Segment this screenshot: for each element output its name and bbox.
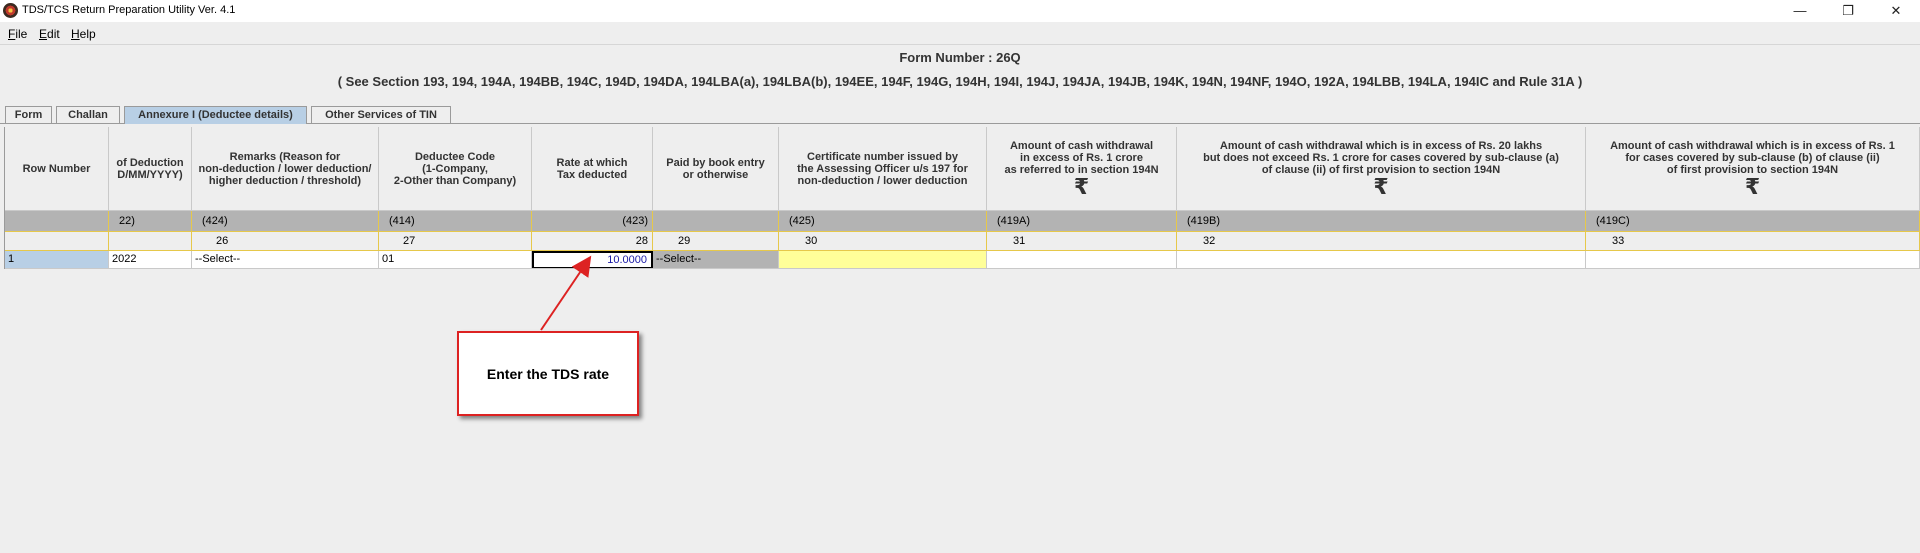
- column-header-tax-rate[interactable]: Rate at which Tax deducted: [532, 127, 653, 211]
- deductee-grid: Row Number 1 of Deduction D/MM/YYYY) 22) 2022…: [5, 127, 1920, 269]
- column-header-date-of-deduction[interactable]: of Deduction D/MM/YYYY): [109, 127, 192, 211]
- column-number-cell: 31: [987, 232, 1177, 251]
- field-code-cell: [5, 211, 109, 232]
- header-line: Tax deducted: [556, 168, 628, 181]
- row1-certificate-number-cell[interactable]: [779, 251, 987, 269]
- header-line: Amount of cash withdrawal which is in ex…: [1219, 139, 1543, 152]
- column-paid-by-book-entry: Paid by book entry or otherwise 29 --Select…: [653, 127, 779, 269]
- column-number-cell: [109, 232, 192, 251]
- menu-file[interactable]: File: [8, 27, 27, 41]
- rupee-icon: ₹: [1073, 173, 1090, 199]
- row1-cash-withdrawal-b-cell[interactable]: [1586, 251, 1920, 269]
- window-title: TDS/TCS Return Preparation Utility Ver. …: [22, 4, 236, 16]
- field-code-cell: (425): [779, 211, 987, 232]
- column-tax-rate: Rate at which Tax deducted (423) 28 10.0000: [532, 127, 653, 269]
- rupee-icon: ₹: [1373, 173, 1389, 199]
- column-header-deductee-code[interactable]: Deductee Code (1-Company, 2-Other than Com…: [379, 127, 532, 211]
- column-number-cell: 32: [1177, 232, 1586, 251]
- header-line: Amount of cash withdrawal: [1009, 139, 1153, 152]
- row1-row-number-cell: 1: [5, 251, 109, 269]
- row1-cash-withdrawal-1cr-cell[interactable]: [987, 251, 1177, 269]
- tab-challan[interactable]: Challan: [56, 106, 120, 123]
- column-number-cell: 30: [779, 232, 987, 251]
- sections-subtitle: ( See Section 193, 194, 194A, 194BB, 194…: [337, 74, 1583, 89]
- column-header-remarks[interactable]: Remarks (Reason for non-deduction / lower…: [192, 127, 379, 211]
- row1-cash-withdrawal-20l-a-cell[interactable]: [1177, 251, 1586, 269]
- header-line: Remarks (Reason for: [229, 150, 341, 163]
- rupee-icon: ₹: [1744, 173, 1761, 199]
- header-line: (1-Company,: [422, 162, 488, 175]
- maximize-button[interactable]: ❐: [1828, 0, 1868, 22]
- column-number-cell: 27: [379, 232, 532, 251]
- header-line: but does not exceed Rs. 1 crore for case…: [1203, 151, 1559, 164]
- column-cash-withdrawal-b: Amount of cash withdrawal which is in ex…: [1586, 127, 1920, 269]
- header-line: Certificate number issued by: [807, 150, 958, 163]
- row1-deductee-code-cell[interactable]: 01: [379, 251, 532, 269]
- header-line: non-deduction / lower deduction: [797, 174, 968, 187]
- close-button[interactable]: ✕: [1876, 0, 1916, 22]
- column-number-cell: [5, 232, 109, 251]
- column-row-number: Row Number 1: [5, 127, 109, 269]
- header-line: in excess of Rs. 1 crore: [1020, 151, 1143, 164]
- header-line: higher deduction / threshold): [208, 174, 362, 187]
- header-line: Amount of cash withdrawal which is in ex…: [1610, 139, 1895, 152]
- minimize-button[interactable]: —: [1780, 0, 1820, 22]
- row1-paid-by-book-entry-cell[interactable]: --Select--: [653, 251, 779, 269]
- header-line: 2-Other than Company): [393, 174, 517, 187]
- column-number-cell: 26: [192, 232, 379, 251]
- menu-bar: File Edit Help: [0, 22, 1920, 45]
- column-header-cash-withdrawal-20l-a[interactable]: Amount of cash withdrawal which is in ex…: [1177, 127, 1586, 211]
- title-bar: TDS/TCS Return Preparation Utility Ver. …: [0, 0, 1920, 22]
- header-line: Deductee Code: [414, 150, 496, 163]
- column-header-certificate-number[interactable]: Certificate number issued by the Assessin…: [779, 127, 987, 211]
- column-header-cash-withdrawal-1cr[interactable]: Amount of cash withdrawal in excess of Rs…: [987, 127, 1177, 211]
- column-header-row-number[interactable]: Row Number: [5, 127, 109, 211]
- field-code-cell: (419C): [1586, 211, 1920, 232]
- field-code-cell: (419A): [987, 211, 1177, 232]
- menu-edit[interactable]: Edit: [39, 27, 60, 41]
- header-line: Paid by book entry: [666, 156, 765, 169]
- header-line: Row Number: [22, 162, 91, 175]
- row1-date-of-deduction-cell[interactable]: 2022: [109, 251, 192, 269]
- column-date-of-deduction: of Deduction D/MM/YYYY) 22) 2022: [109, 127, 192, 269]
- header-line: of Deduction: [116, 156, 184, 169]
- callout-box: Enter the TDS rate: [457, 331, 639, 416]
- field-code-cell: (423): [532, 211, 653, 232]
- column-number-cell: 33: [1586, 232, 1920, 251]
- column-number-cell: 28: [532, 232, 653, 251]
- column-header-paid-by-book-entry[interactable]: Paid by book entry or otherwise: [653, 127, 779, 211]
- header-line: Rate at which: [556, 156, 628, 169]
- header-line: non-deduction / lower deduction/: [198, 162, 372, 175]
- menu-help[interactable]: Help: [71, 27, 96, 41]
- header-line: D/MM/YYYY): [117, 168, 183, 181]
- column-header-cash-withdrawal-b[interactable]: Amount of cash withdrawal which is in ex…: [1586, 127, 1920, 211]
- tab-other-services-of-tin[interactable]: Other Services of TIN: [311, 106, 451, 123]
- column-remarks: Remarks (Reason for non-deduction / lower…: [192, 127, 379, 269]
- grid-bottom-border: [5, 268, 1920, 269]
- header-line: for cases covered by sub-clause (b) of c…: [1625, 151, 1880, 164]
- column-certificate-number: Certificate number issued by the Assessin…: [779, 127, 987, 269]
- row1-tax-rate-cell[interactable]: 10.0000: [532, 251, 653, 269]
- column-deductee-code: Deductee Code (1-Company, 2-Other than Com…: [379, 127, 532, 269]
- field-code-cell: (419B): [1177, 211, 1586, 232]
- tab-annexure-deductee-details[interactable]: Annexure I (Deductee details): [124, 106, 307, 124]
- callout-text: Enter the TDS rate: [486, 365, 610, 382]
- tab-form[interactable]: Form: [5, 106, 52, 123]
- app-logo-icon: [3, 3, 18, 18]
- column-number-cell: 29: [653, 232, 779, 251]
- form-number-title: Form Number : 26Q: [899, 50, 1021, 65]
- field-code-cell: [653, 211, 779, 232]
- row1-remarks-cell[interactable]: --Select--: [192, 251, 379, 269]
- column-cash-withdrawal-20l-a: Amount of cash withdrawal which is in ex…: [1177, 127, 1586, 269]
- field-code-cell: (424): [192, 211, 379, 232]
- header-line: or otherwise: [682, 168, 749, 181]
- column-cash-withdrawal-1cr: Amount of cash withdrawal in excess of Rs…: [987, 127, 1177, 269]
- field-code-cell: (414): [379, 211, 532, 232]
- field-code-cell: 22): [109, 211, 192, 232]
- header-line: the Assessing Officer u/s 197 for: [797, 162, 968, 175]
